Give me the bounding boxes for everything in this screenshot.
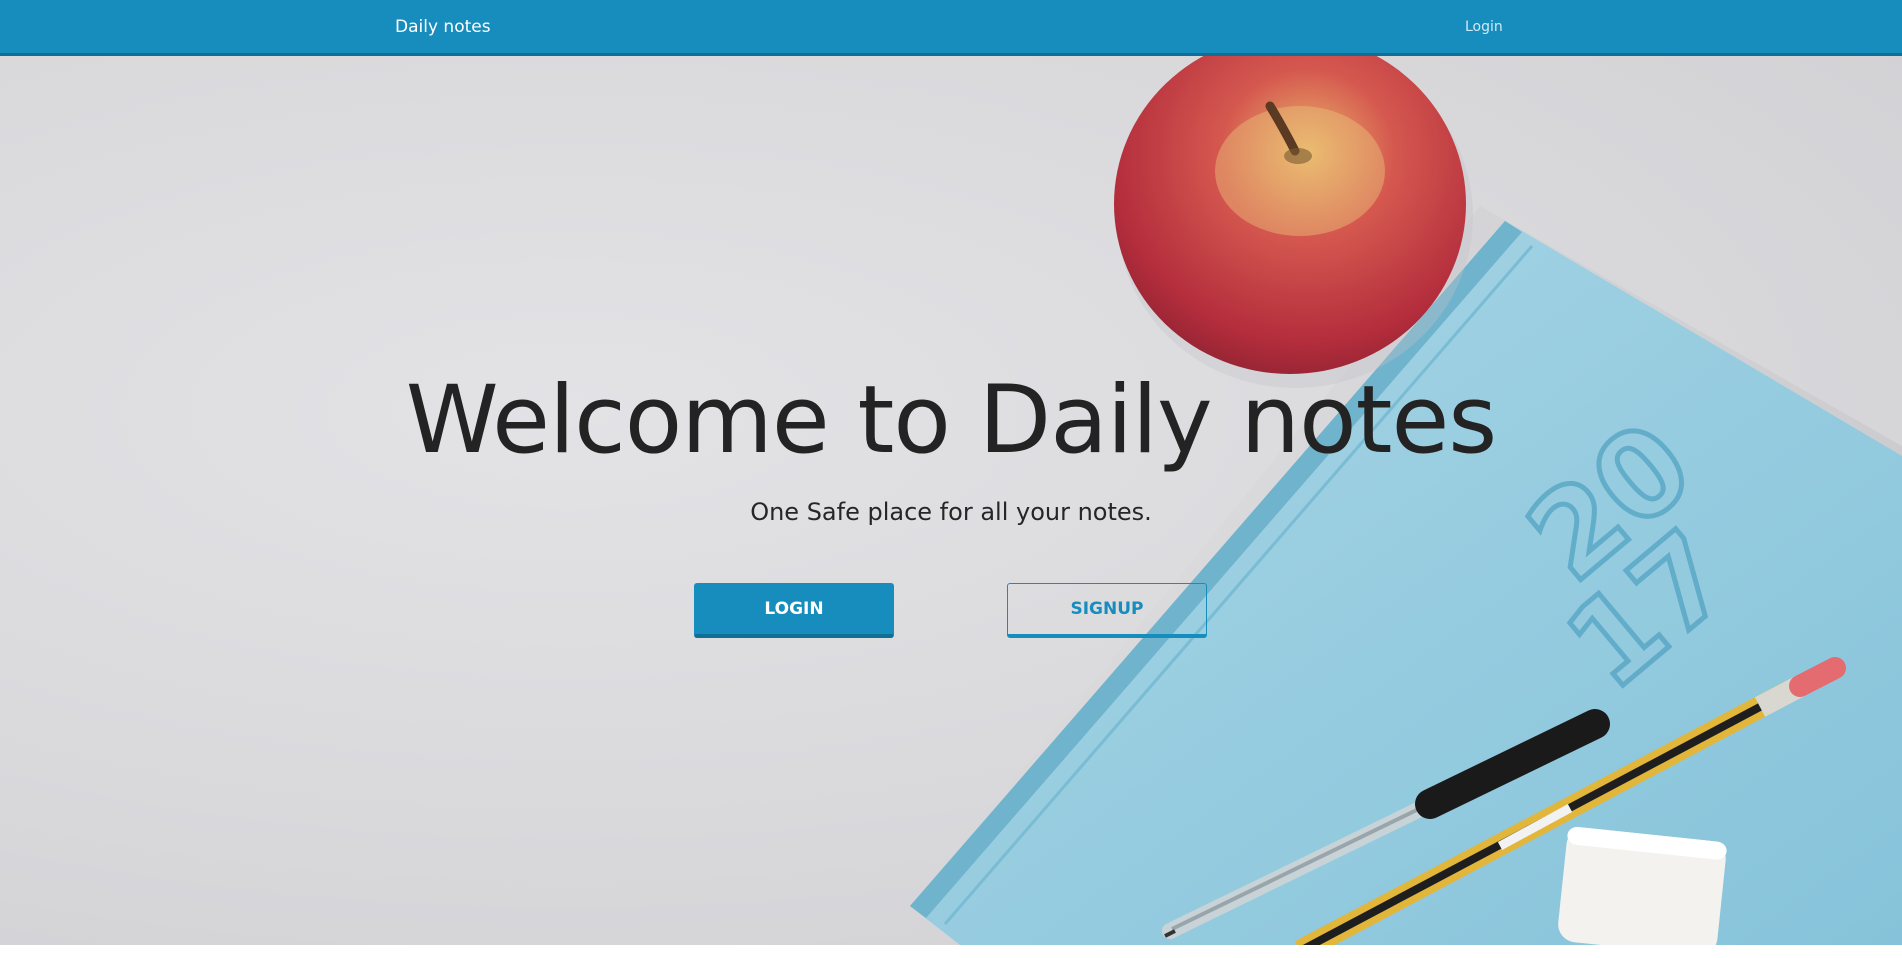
- hero-subtitle: One Safe place for all your notes.: [750, 498, 1152, 526]
- hero-title: Welcome to Daily notes: [405, 366, 1498, 475]
- hero-section: 20 17 Welcome to Daily notes One Safe pl…: [0, 56, 1902, 945]
- brand-link[interactable]: Daily notes: [395, 17, 491, 37]
- nav-login-link[interactable]: Login: [1465, 19, 1503, 35]
- login-button[interactable]: LOGIN: [694, 583, 894, 638]
- page-footer-gap: [0, 945, 1902, 958]
- signup-button[interactable]: SIGNUP: [1007, 583, 1207, 638]
- top-navbar: Daily notes Login: [0, 0, 1902, 56]
- apple: [1114, 56, 1473, 388]
- eraser: [1558, 826, 1727, 945]
